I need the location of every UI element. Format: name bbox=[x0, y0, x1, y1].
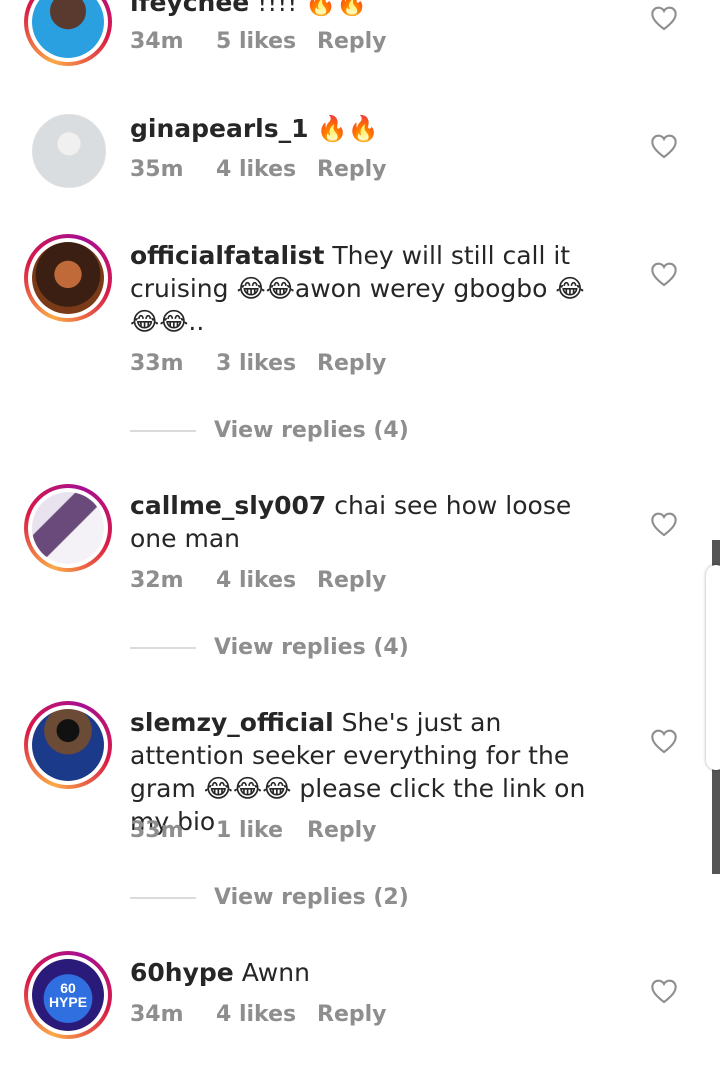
story-avatar[interactable] bbox=[24, 701, 112, 789]
story-avatar[interactable] bbox=[24, 234, 112, 322]
view-replies-label: View replies (4) bbox=[214, 635, 409, 660]
comment-username[interactable]: officialfatalist bbox=[130, 241, 324, 270]
comment-likes[interactable]: 5 likes bbox=[216, 29, 317, 54]
comment-time: 33m bbox=[130, 818, 184, 843]
hype-logo: 60 HYPE bbox=[32, 959, 104, 1031]
replies-divider bbox=[130, 429, 196, 432]
comment-likes[interactable]: 4 likes bbox=[216, 157, 317, 182]
comment-likes[interactable]: 1 like bbox=[216, 818, 307, 843]
reply-button[interactable]: Reply bbox=[317, 1002, 387, 1027]
reply-button[interactable]: Reply bbox=[307, 818, 377, 843]
comment-time: 34m bbox=[130, 29, 184, 54]
story-avatar[interactable] bbox=[24, 484, 112, 572]
heart-outline-icon[interactable] bbox=[650, 728, 678, 754]
view-replies-button[interactable]: View replies (4) bbox=[130, 418, 409, 443]
view-replies-button[interactable]: View replies (4) bbox=[130, 635, 409, 660]
avatar[interactable] bbox=[32, 114, 106, 188]
scrollbar-thumb[interactable] bbox=[706, 565, 720, 770]
heart-outline-icon[interactable] bbox=[650, 261, 678, 287]
view-replies-button[interactable]: View replies (2) bbox=[130, 885, 409, 910]
comment-username[interactable]: ginapearls_1 bbox=[130, 114, 309, 143]
comment-time: 33m bbox=[130, 351, 184, 376]
replies-divider bbox=[130, 896, 196, 899]
comment-time: 35m bbox=[130, 157, 184, 182]
replies-divider bbox=[130, 646, 196, 649]
comment-username[interactable]: slemzy_official bbox=[130, 708, 334, 737]
view-replies-label: View replies (2) bbox=[214, 885, 409, 910]
comment-username[interactable]: callme_sly007 bbox=[130, 491, 326, 520]
heart-outline-icon[interactable] bbox=[650, 978, 678, 1004]
comment-time: 34m bbox=[130, 1002, 184, 1027]
reply-button[interactable]: Reply bbox=[317, 157, 387, 182]
comment-time: 32m bbox=[130, 568, 184, 593]
comment-username[interactable]: ifeychee bbox=[130, 0, 249, 17]
reply-button[interactable]: Reply bbox=[317, 568, 387, 593]
view-replies-label: View replies (4) bbox=[214, 418, 409, 443]
comment-likes[interactable]: 3 likes bbox=[216, 351, 317, 376]
heart-outline-icon[interactable] bbox=[650, 5, 678, 31]
story-avatar[interactable]: 60 HYPE bbox=[24, 951, 112, 1039]
comment-likes[interactable]: 4 likes bbox=[216, 568, 317, 593]
heart-outline-icon[interactable] bbox=[650, 133, 678, 159]
comment-text: Awnn bbox=[241, 958, 310, 987]
reply-button[interactable]: Reply bbox=[317, 351, 387, 376]
comment-text: !!!! 🔥🔥 bbox=[257, 0, 368, 17]
comment-username[interactable]: 60hype bbox=[130, 958, 234, 987]
story-avatar[interactable] bbox=[24, 0, 112, 66]
reply-button[interactable]: Reply bbox=[317, 29, 387, 54]
heart-outline-icon[interactable] bbox=[650, 511, 678, 537]
comment-text: 🔥🔥 bbox=[316, 114, 379, 143]
comment-likes[interactable]: 4 likes bbox=[216, 1002, 317, 1027]
